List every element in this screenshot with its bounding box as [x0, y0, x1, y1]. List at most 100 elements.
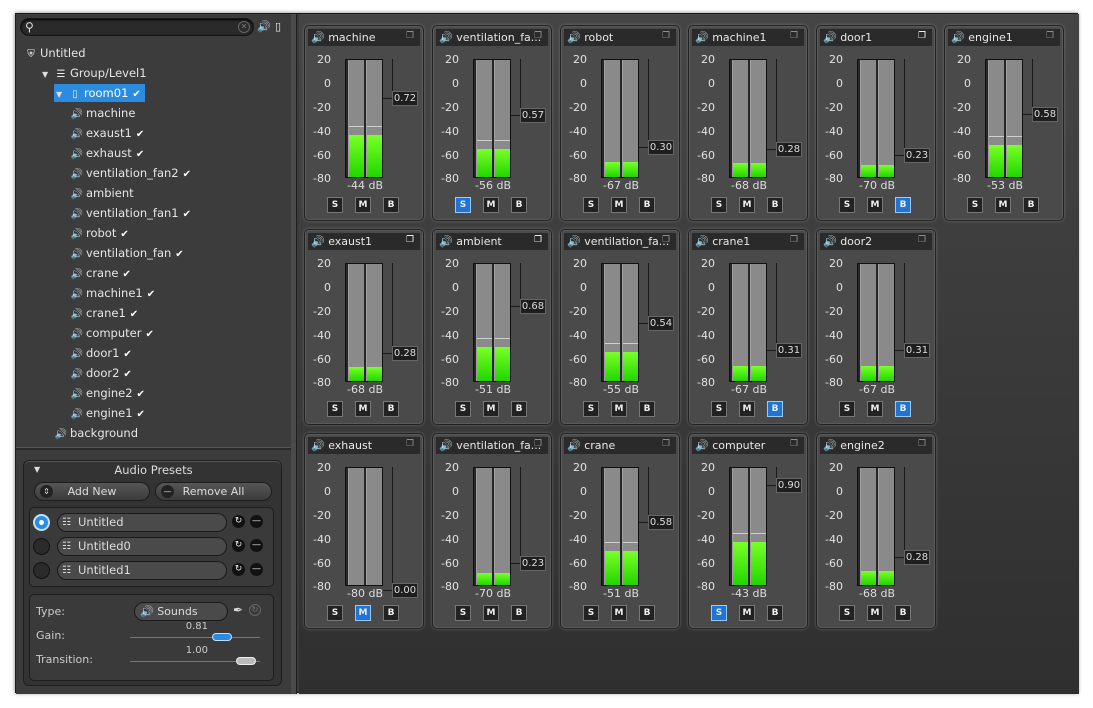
- bypass-button[interactable]: B: [767, 401, 783, 417]
- mute-button[interactable]: M: [355, 197, 371, 213]
- brush-icon[interactable]: ✒: [233, 603, 243, 617]
- bypass-button[interactable]: B: [767, 197, 783, 213]
- copy-icon[interactable]: ❐: [790, 235, 801, 246]
- channel-header[interactable]: 🔊 ventilation_fa...: [436, 29, 548, 46]
- copy-icon[interactable]: ❐: [662, 439, 673, 450]
- gain-value[interactable]: 0.30: [648, 139, 674, 155]
- bypass-button[interactable]: B: [383, 401, 399, 417]
- bypass-button[interactable]: B: [639, 197, 655, 213]
- gain-value[interactable]: 0.23: [520, 556, 546, 572]
- mute-button[interactable]: M: [483, 401, 499, 417]
- copy-icon[interactable]: ❐: [534, 235, 545, 246]
- solo-button[interactable]: S: [583, 401, 599, 417]
- channel-header[interactable]: 🔊 ventilation_fa...: [564, 233, 676, 250]
- gain-value[interactable]: 0.58: [648, 515, 674, 531]
- gain-slider-track[interactable]: [130, 637, 260, 638]
- gain-value[interactable]: 0.23: [904, 148, 930, 164]
- copy-icon[interactable]: ❐: [790, 439, 801, 450]
- gain-value[interactable]: 0.31: [904, 342, 930, 358]
- channel-header[interactable]: 🔊 door1: [820, 29, 932, 46]
- preset-radio[interactable]: [33, 562, 50, 579]
- type-dropdown[interactable]: 🔊 Sounds: [134, 602, 228, 621]
- channel-header[interactable]: 🔊 exhaust: [308, 437, 420, 454]
- copy-icon[interactable]: ❐: [790, 31, 801, 42]
- tree-item-computer[interactable]: 🔊 computer ✔: [70, 324, 154, 342]
- mute-button[interactable]: M: [355, 605, 371, 621]
- tree-item-machine[interactable]: 🔊 machine: [70, 104, 136, 122]
- bypass-button[interactable]: B: [1023, 197, 1039, 213]
- mute-button[interactable]: M: [611, 401, 627, 417]
- channel-header[interactable]: 🔊 ventilation_fa...: [436, 437, 548, 454]
- mute-button[interactable]: M: [867, 605, 883, 621]
- tree-item-door2[interactable]: 🔊 door2 ✔: [70, 364, 132, 382]
- refresh-icon[interactable]: ↻: [232, 539, 245, 552]
- gain-slider-knob[interactable]: [211, 633, 232, 641]
- preset-name-field[interactable]: ☷ Untitled: [57, 513, 227, 532]
- solo-button[interactable]: S: [967, 197, 983, 213]
- copy-icon[interactable]: ❐: [406, 235, 417, 246]
- solo-button[interactable]: S: [455, 401, 471, 417]
- speaker-filter-icon[interactable]: 🔊: [257, 20, 271, 33]
- gain-value[interactable]: 0.31: [776, 342, 802, 358]
- clear-search-icon[interactable]: ✕: [238, 21, 250, 33]
- mute-button[interactable]: M: [995, 197, 1011, 213]
- channel-header[interactable]: 🔊 engine1: [948, 29, 1060, 46]
- copy-icon[interactable]: ❐: [918, 31, 929, 42]
- expand-arrow-icon[interactable]: ▼: [56, 86, 68, 104]
- reset-icon[interactable]: ↻: [249, 604, 261, 616]
- solo-button[interactable]: S: [455, 605, 471, 621]
- solo-button[interactable]: S: [711, 605, 727, 621]
- bypass-button[interactable]: B: [511, 401, 527, 417]
- refresh-icon[interactable]: ↻: [232, 515, 245, 528]
- mute-button[interactable]: M: [611, 605, 627, 621]
- tree-item-door1[interactable]: 🔊 door1 ✔: [70, 344, 132, 362]
- remove-icon[interactable]: —: [250, 515, 263, 528]
- tree-background[interactable]: 🔊 background: [54, 424, 138, 442]
- preset-radio[interactable]: [33, 514, 50, 531]
- channel-header[interactable]: 🔊 door2: [820, 233, 932, 250]
- tree-item-machine1[interactable]: 🔊 machine1 ✔: [70, 284, 155, 302]
- mute-button[interactable]: M: [611, 197, 627, 213]
- tree-group[interactable]: ▼ ☰ Group/Level1: [42, 64, 147, 82]
- channel-header[interactable]: 🔊 engine2: [820, 437, 932, 454]
- gain-value[interactable]: 0.28: [904, 550, 930, 566]
- mute-button[interactable]: M: [483, 197, 499, 213]
- solo-button[interactable]: S: [711, 401, 727, 417]
- room-filter-icon[interactable]: ▯: [275, 20, 281, 33]
- panel-splitter[interactable]: [16, 447, 292, 450]
- add-new-button[interactable]: ⇕ Add New: [34, 482, 150, 501]
- channel-header[interactable]: 🔊 machine: [308, 29, 420, 46]
- copy-icon[interactable]: ❐: [662, 235, 673, 246]
- solo-button[interactable]: S: [327, 197, 343, 213]
- channel-header[interactable]: 🔊 ambient: [436, 233, 548, 250]
- copy-icon[interactable]: ❐: [534, 31, 545, 42]
- bypass-button[interactable]: B: [639, 605, 655, 621]
- gain-value[interactable]: 0.57: [520, 108, 546, 124]
- mute-button[interactable]: M: [867, 401, 883, 417]
- channel-header[interactable]: 🔊 crane1: [692, 233, 804, 250]
- solo-button[interactable]: S: [327, 605, 343, 621]
- mute-button[interactable]: M: [355, 401, 371, 417]
- copy-icon[interactable]: ❐: [406, 31, 417, 42]
- channel-header[interactable]: 🔊 machine1: [692, 29, 804, 46]
- channel-header[interactable]: 🔊 robot: [564, 29, 676, 46]
- solo-button[interactable]: S: [839, 197, 855, 213]
- solo-button[interactable]: S: [455, 197, 471, 213]
- transition-slider-knob[interactable]: [236, 657, 256, 665]
- search-input[interactable]: ⚲ ✕: [20, 18, 254, 36]
- gain-value[interactable]: 0.54: [648, 315, 674, 331]
- bypass-button[interactable]: B: [383, 605, 399, 621]
- copy-icon[interactable]: ❐: [406, 439, 417, 450]
- tree-item-robot[interactable]: 🔊 robot ✔: [70, 224, 129, 242]
- copy-icon[interactable]: ❐: [662, 31, 673, 42]
- mute-button[interactable]: M: [739, 605, 755, 621]
- gain-value[interactable]: 0.90: [776, 477, 802, 493]
- solo-button[interactable]: S: [711, 197, 727, 213]
- mute-button[interactable]: M: [483, 605, 499, 621]
- remove-icon[interactable]: —: [250, 563, 263, 576]
- channel-header[interactable]: 🔊 exaust1: [308, 233, 420, 250]
- solo-button[interactable]: S: [583, 197, 599, 213]
- tree-item-ventilation-fan1[interactable]: 🔊 ventilation_fan1 ✔: [70, 204, 191, 222]
- gain-value[interactable]: 0.58: [1032, 107, 1058, 123]
- tree-room-selected[interactable]: ▼ ▯ room01 ✔: [54, 84, 145, 102]
